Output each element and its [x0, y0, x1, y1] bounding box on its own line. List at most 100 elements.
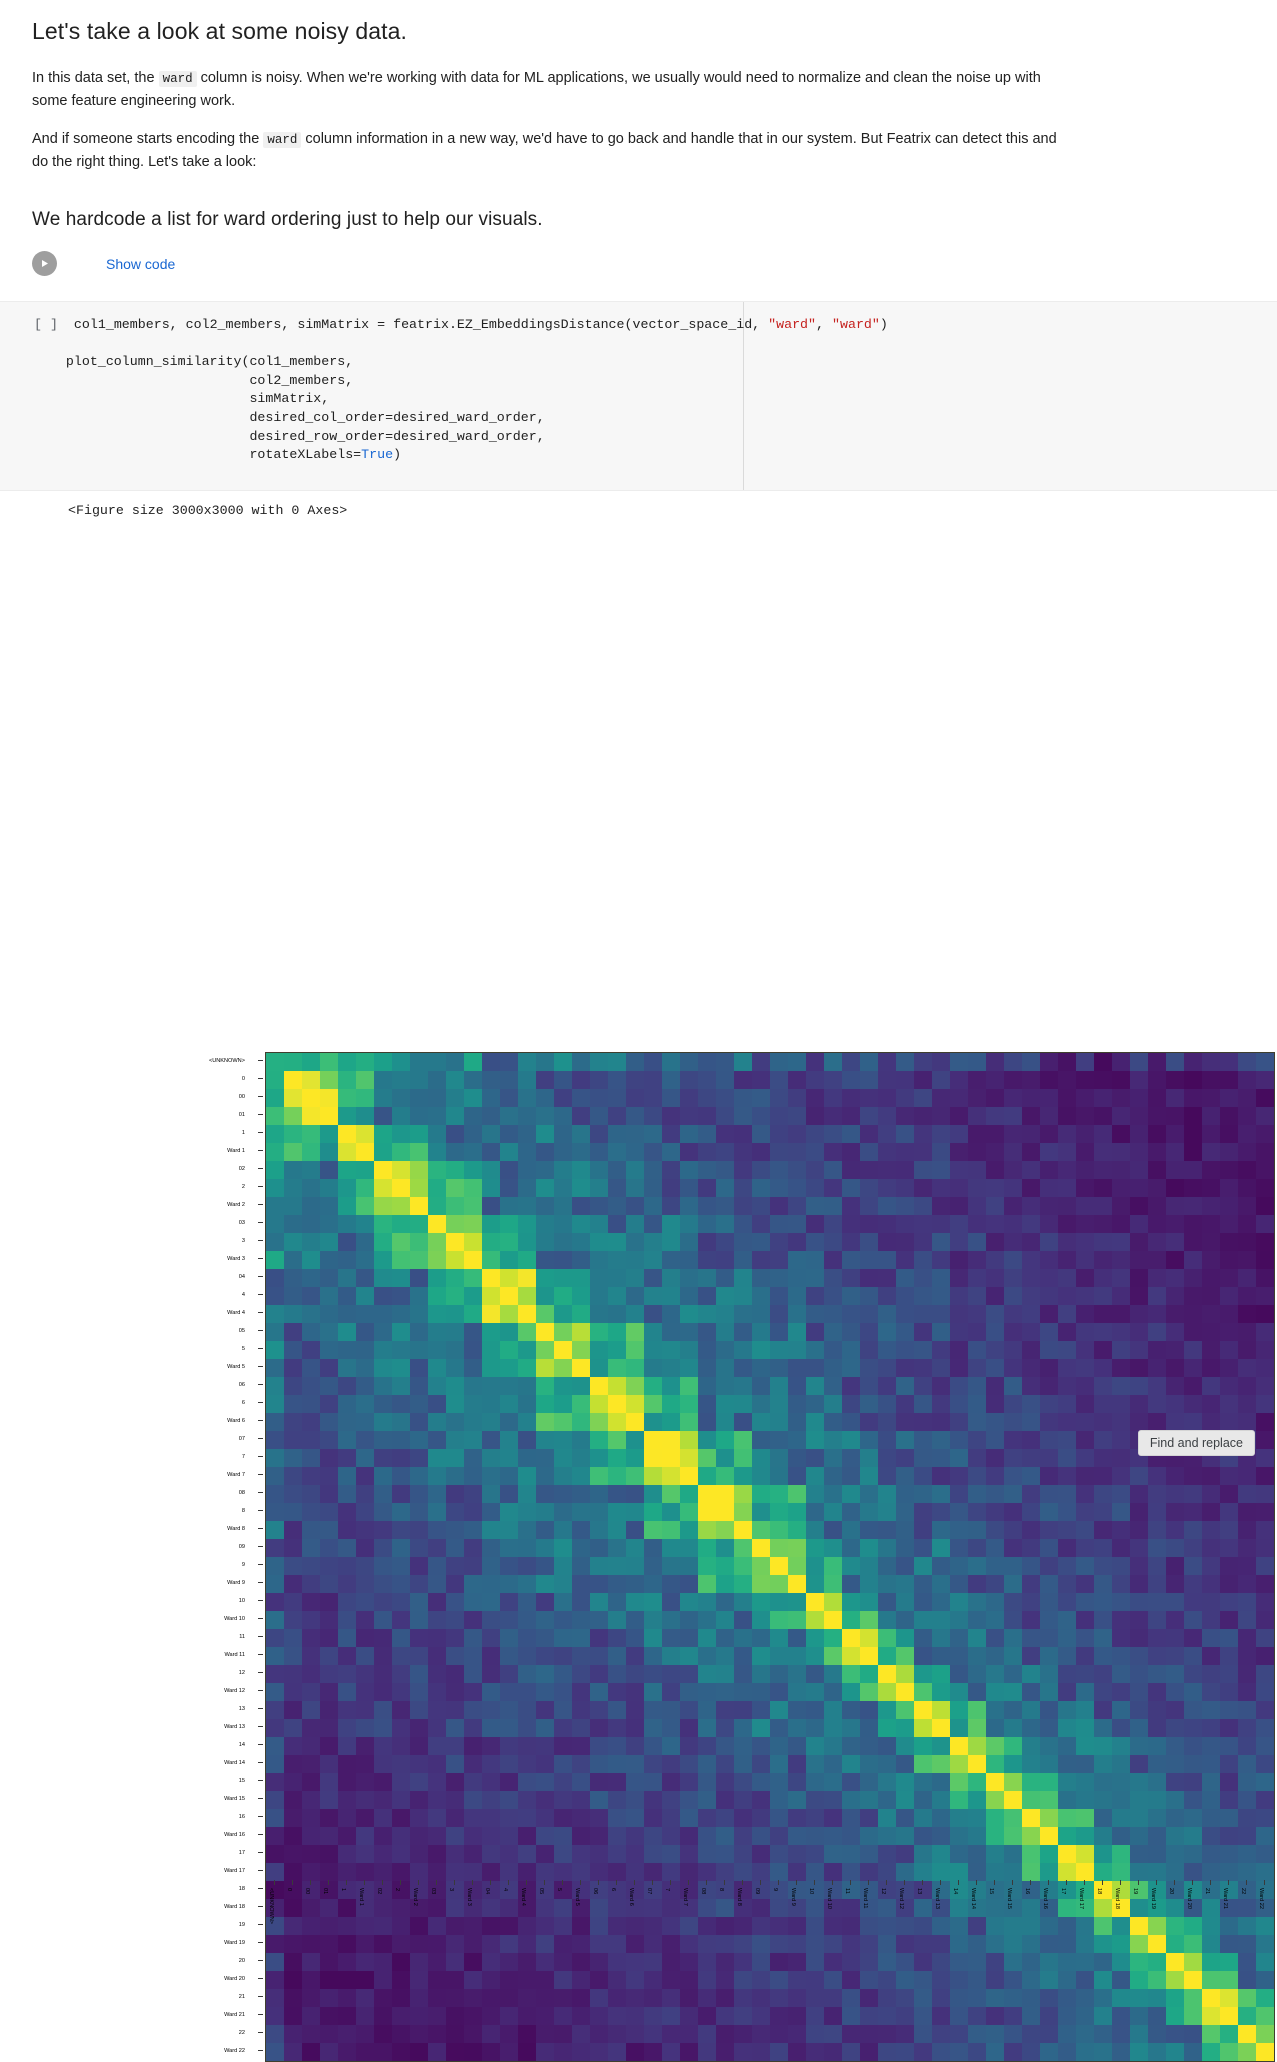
play-icon[interactable]: [32, 251, 57, 277]
code-editor[interactable]: [ ] col1_members, col2_members, simMatri…: [0, 316, 1277, 465]
heatmap-y-label: 16: [238, 1813, 245, 1820]
heatmap-cell: [1238, 1052, 1256, 1071]
heatmap-x-label: 06: [592, 1887, 598, 1895]
heatmap-cell: [1148, 1718, 1166, 1737]
heatmap-cell: [284, 1664, 302, 1683]
heatmap-cell: [320, 1826, 338, 1845]
heatmap-cell: [896, 1538, 914, 1557]
heatmap-cell: [752, 1700, 770, 1719]
heatmap-cell: [788, 1124, 806, 1143]
heatmap-x-label: Ward 17: [1078, 1887, 1084, 1909]
heatmap-cell: [374, 1520, 392, 1539]
heatmap-cell: [446, 1160, 464, 1179]
heatmap-cell: [950, 1124, 968, 1143]
heatmap-cell: [806, 1718, 824, 1737]
heatmap-cell: [698, 1736, 716, 1755]
heatmap-cell: [356, 1340, 374, 1359]
heatmap-cell: [410, 1628, 428, 1647]
heatmap-cell: [644, 1574, 662, 1593]
heatmap-cell: [968, 1862, 986, 1881]
heatmap-cell: [590, 1952, 608, 1971]
heatmap-cell: [770, 1196, 788, 1215]
heatmap-cell: [770, 1358, 788, 1377]
heatmap-cell: [1094, 1484, 1112, 1503]
heatmap-cell: [338, 1394, 356, 1413]
heatmap-cell: [1256, 1844, 1274, 1863]
heatmap-cell: [752, 1952, 770, 1971]
heatmap-cell: [1166, 1520, 1184, 1539]
find-and-replace-button[interactable]: Find and replace: [1137, 1430, 1255, 1456]
heatmap-cell: [1076, 1574, 1094, 1593]
heatmap-cell: [374, 1628, 392, 1647]
heatmap-cell: [356, 1556, 374, 1575]
heatmap-cell: [536, 1340, 554, 1359]
heatmap-cell: [878, 1124, 896, 1143]
heatmap-cell: [1076, 1070, 1094, 1089]
heatmap-cell: [824, 1484, 842, 1503]
heatmap-cell: [644, 1376, 662, 1395]
heatmap-y-tick: [258, 1304, 263, 1322]
heatmap-cell: [1094, 1196, 1112, 1215]
show-code-link[interactable]: Show code: [106, 256, 175, 272]
heatmap-cell: [482, 1988, 500, 2007]
heatmap-cell: [464, 1160, 482, 1179]
heatmap-y-tick: [258, 1196, 263, 1214]
heatmap-cell: [1166, 1088, 1184, 1107]
heatmap-cell: [266, 1250, 284, 1269]
code-cell[interactable]: [ ] col1_members, col2_members, simMatri…: [0, 300, 1277, 491]
heatmap-cell: [338, 2024, 356, 2043]
heatmap-cell: [788, 1394, 806, 1413]
heatmap-cell: [896, 1520, 914, 1539]
heatmap-cell: [608, 1448, 626, 1467]
heatmap-cell: [410, 1376, 428, 1395]
heatmap-cell: [554, 1466, 572, 1485]
heatmap-x-label: Ward 15: [1006, 1887, 1012, 1909]
heatmap-cell: [320, 1196, 338, 1215]
heatmap-cell: [896, 1790, 914, 1809]
heatmap-cell: [1202, 1106, 1220, 1125]
heatmap-cell: [860, 1988, 878, 2007]
heatmap-cell: [572, 1106, 590, 1125]
heatmap-x-label: Ward 3: [466, 1887, 472, 1906]
heatmap-cell: [410, 1790, 428, 1809]
heatmap-cell: [1202, 1412, 1220, 1431]
heatmap-cell: [1076, 1610, 1094, 1629]
heatmap-cell: [806, 1358, 824, 1377]
heatmap-y-label: 06: [238, 1381, 245, 1388]
heatmap-cell: [1238, 1808, 1256, 1827]
heatmap-cell: [572, 1088, 590, 1107]
heatmap-cell: [1004, 1754, 1022, 1773]
heatmap-cell: [392, 1268, 410, 1287]
heatmap-cell: [428, 1070, 446, 1089]
heatmap-cell: [374, 1664, 392, 1683]
heatmap-cell: [824, 1826, 842, 1845]
heatmap-cell: [1256, 1466, 1274, 1485]
heatmap-cell: [482, 1646, 500, 1665]
heatmap-cell: [806, 1232, 824, 1251]
heatmap-x-tick: [517, 1879, 535, 1885]
heatmap-cell: [608, 1502, 626, 1521]
heatmap-cell: [860, 1736, 878, 1755]
heatmap-cell: [1022, 1340, 1040, 1359]
heatmap-cell: [1184, 1358, 1202, 1377]
heatmap-cell: [518, 2006, 536, 2025]
heatmap-cell: [284, 1682, 302, 1701]
heatmap-cell: [1004, 1106, 1022, 1125]
heatmap-cell: [320, 1340, 338, 1359]
heatmap-cell: [626, 1862, 644, 1881]
heatmap-cell: [1256, 1070, 1274, 1089]
heatmap-cell: [662, 1376, 680, 1395]
heatmap-cell: [932, 2006, 950, 2025]
heatmap-cell: [914, 1538, 932, 1557]
heatmap-cell: [644, 1736, 662, 1755]
heatmap-cell: [662, 1790, 680, 1809]
heatmap-cell: [1022, 1754, 1040, 1773]
heatmap-cell: [1076, 1466, 1094, 1485]
heatmap-cell: [338, 1718, 356, 1737]
heatmap-cell: [572, 1124, 590, 1143]
heatmap-cell: [1004, 1196, 1022, 1215]
heatmap-y-tick: [258, 1970, 263, 1988]
heatmap-cell: [1238, 1106, 1256, 1125]
heatmap-cell: [1094, 1520, 1112, 1539]
show-code-row: Show code: [0, 249, 1277, 279]
